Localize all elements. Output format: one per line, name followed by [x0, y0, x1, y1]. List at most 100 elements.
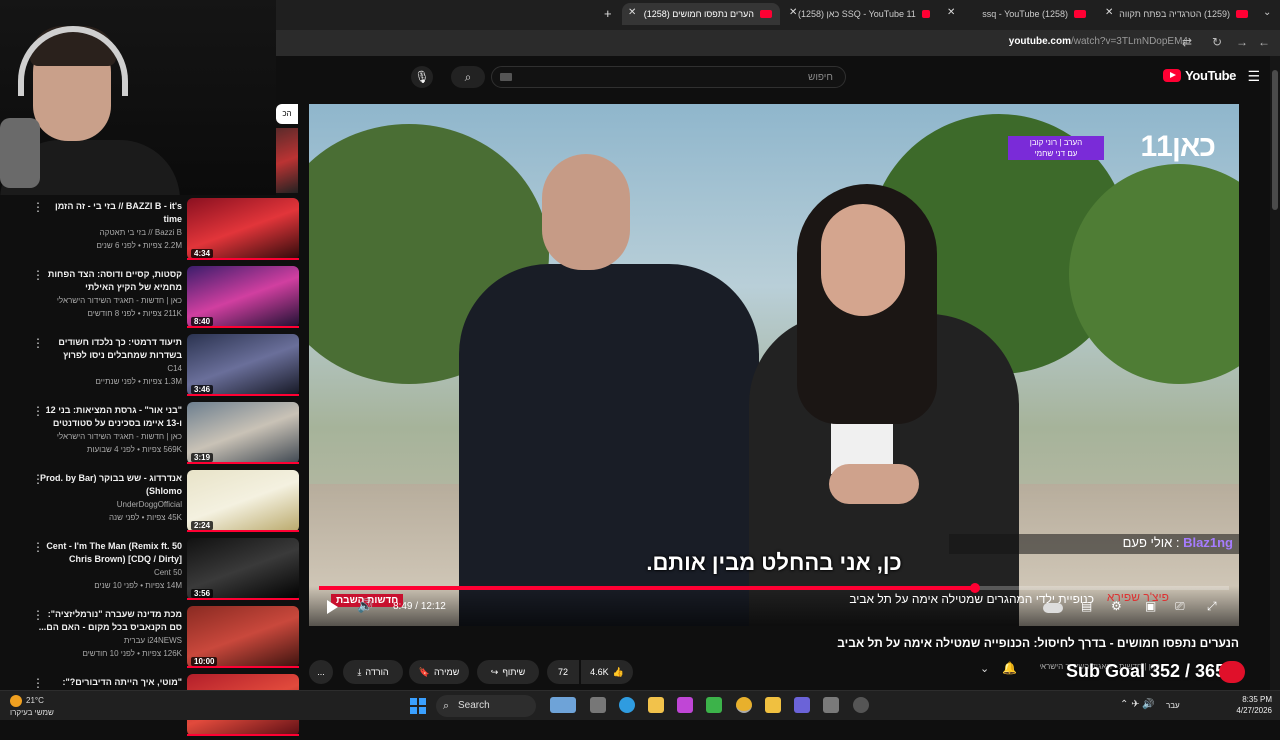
file-explorer-icon[interactable] — [765, 697, 781, 713]
menu-icon[interactable]: ☰ — [1247, 68, 1260, 85]
cast-icon[interactable]: ⎚ — [1175, 599, 1185, 614]
recommendation-item[interactable]: ⋮ תיעוד דרמטי: כך נלכדו חשודים בשדרות שמח… — [28, 334, 300, 400]
save-button[interactable]: 🔖 שמירה — [409, 660, 469, 684]
duration-badge: 2:24 — [191, 521, 214, 530]
more-button[interactable]: ... — [309, 660, 333, 684]
chat-username: Blaz1ng — [1183, 535, 1233, 550]
recommendation-title[interactable]: תיעוד דרמטי: כך נלכדו חשודים בשדרות שמחב… — [34, 336, 182, 362]
reload-icon[interactable]: ↻ — [1212, 35, 1222, 49]
url-path: /watch?v=3TLmNDopEM4 — [1071, 36, 1188, 47]
recommendation-item[interactable]: ⋮ קסטות, קסיים ודוסה: הצד הפחות מחמיא של … — [28, 266, 300, 332]
notification-bell-icon[interactable]: 🔔 — [1002, 661, 1017, 675]
clock[interactable]: 8:35 PM 4/27/2026 — [1236, 694, 1272, 716]
search-icon[interactable]: ⌕ — [451, 66, 485, 88]
forward-icon[interactable]: → — [1236, 35, 1248, 49]
webcam-overlay — [0, 0, 276, 195]
sun-icon — [10, 695, 22, 707]
autoplay-toggle-icon[interactable] — [1043, 603, 1063, 613]
url-field[interactable]: youtube.com/watch?v=3TLmNDopEM4 — [1009, 36, 1188, 47]
play-icon[interactable] — [325, 600, 339, 614]
close-tab-icon[interactable]: ✕ — [789, 7, 797, 18]
download-label: הורדה — [365, 667, 389, 677]
keyboard-icon[interactable] — [500, 73, 512, 81]
close-tab-icon[interactable]: ✕ — [628, 7, 636, 18]
search-input[interactable]: חיפוש — [491, 66, 846, 88]
teams-icon[interactable] — [794, 697, 810, 713]
settings-gear-icon[interactable]: ⚙ — [1111, 599, 1122, 613]
video-player[interactable]: כאן11 הערב | רוני קובן עם דני שחמי Blaz1… — [309, 104, 1239, 626]
settings-app-icon[interactable] — [853, 697, 869, 713]
reporter-tag-line1: הערב | רוני קובן — [1029, 138, 1083, 147]
recommendation-channel[interactable]: UnderDoggOfficial — [34, 500, 182, 509]
recommendation-item[interactable]: ⋮ "בני אור" - גרסת המציאות: בני 12 ו-13 א… — [28, 402, 300, 468]
widget-app-icon[interactable] — [550, 697, 576, 713]
clock-time: 8:35 PM — [1242, 695, 1272, 704]
taskbar-search-box[interactable]: ⌕ Search — [436, 695, 536, 717]
dislike-button[interactable]: 72 — [547, 660, 579, 684]
action-bar: ... ⤓ הורדה 🔖 שמירה ↪ שיתוף 72 4.6K 👍 — [309, 660, 639, 684]
share-label: שיתוף — [502, 667, 526, 677]
like-button[interactable]: 4.6K 👍 — [581, 660, 633, 684]
watched-progress — [187, 666, 299, 668]
recommendation-item[interactable]: ⋮ מכת מדינה שעברה "נורמליזציה": סם הקנאבי… — [28, 606, 300, 672]
recommendation-title[interactable]: BAZZI B - it's // בזי בי - זה הזמן time — [34, 200, 182, 226]
subtitles-icon[interactable]: ▤ — [1081, 599, 1092, 613]
language-indicator[interactable]: עבר — [1166, 701, 1180, 710]
store-icon[interactable] — [648, 697, 664, 713]
copilot-icon[interactable] — [677, 697, 693, 713]
subscribe-dropdown-icon[interactable]: ⌄ — [980, 662, 989, 675]
recommendation-title[interactable]: מכת מדינה שעברה "נורמליזציה": סם הקנאביס… — [34, 608, 182, 634]
app-icon[interactable] — [823, 697, 839, 713]
fullscreen-icon[interactable]: ⤢ — [1207, 599, 1217, 614]
recommendation-item[interactable]: ⋮ אנדרדוג - שש בבוקר Prod. by Bar) (Shlom… — [28, 470, 300, 536]
recommendation-channel[interactable]: 50 Cent — [34, 568, 182, 577]
tab-3[interactable]: (1258) ssq - YouTube — [948, 3, 1094, 25]
task-view-icon[interactable] — [590, 697, 606, 713]
tab-active[interactable]: הערים נתפסו חמושים (1258) — [622, 3, 780, 25]
recommendation-item[interactable]: ⋮ 50 Cent - I'm The Man (Remix ft. Chris … — [28, 538, 300, 604]
recommendation-channel[interactable]: כאן | חדשות - תאגיד השידור הישראלי — [34, 432, 182, 441]
recommendation-item[interactable]: ⋮ BAZZI B - it's // בזי בי - זה הזמן time… — [28, 198, 300, 264]
share-button[interactable]: ↪ שיתוף — [477, 660, 539, 684]
recommendation-meta: 14M צפיות • לפני 10 שנים — [94, 581, 182, 590]
current-time: 8:49 — [393, 601, 413, 612]
translate-icon[interactable]: ⇄ — [1182, 35, 1192, 49]
recommendation-title[interactable]: "בני אור" - גרסת המציאות: בני 12 ו-13 אי… — [34, 404, 182, 430]
taskbar-search-label: Search — [458, 700, 490, 711]
start-menu-icon[interactable] — [410, 698, 426, 714]
volume-icon[interactable]: 🔊 — [357, 598, 373, 614]
recommendation-title[interactable]: קסטות, קסיים ודוסה: הצד הפחות מחמיא של ה… — [34, 268, 182, 294]
weather-widget[interactable]: 21°C שמשי בעיקרו — [10, 695, 54, 718]
close-tab-icon[interactable]: ✕ — [947, 7, 955, 18]
filter-chip[interactable]: הכ — [276, 104, 298, 124]
xbox-app-icon[interactable] — [706, 697, 722, 713]
tab-title: הערים נתפסו חמושים (1258) — [643, 9, 754, 19]
recommendation-channel[interactable]: כאן | חדשות - תאגיד השידור הישראלי — [34, 296, 182, 305]
system-tray-icons[interactable]: ⌃ ✈ 🔊 — [1120, 699, 1155, 710]
close-tab-icon[interactable]: ✕ — [1105, 7, 1113, 18]
recommendation-title[interactable]: אנדרדוג - שש בבוקר Prod. by Bar) (Shlomo — [34, 472, 182, 498]
recommendation-channel[interactable]: Bazzi B // בזי בי תאטקה — [34, 228, 182, 237]
bookmark-icon: 🔖 — [418, 666, 430, 677]
voice-search-icon[interactable]: 🎙 — [411, 66, 433, 88]
recommendation-meta: 1.3M צפיות • לפני שנתיים — [95, 377, 182, 386]
edge-icon[interactable] — [619, 697, 635, 713]
miniplayer-icon[interactable]: ▣ — [1145, 599, 1156, 613]
recommendation-channel[interactable]: i24NEWS עברית — [34, 636, 182, 645]
partial-thumbnail[interactable] — [276, 128, 298, 193]
youtube-logo[interactable]: YouTube — [1163, 68, 1236, 83]
dislike-count: 72 — [557, 667, 568, 677]
download-button[interactable]: ⤓ הורדה — [343, 660, 403, 684]
tab-2[interactable]: SSQ - YouTube 11 כאן (1258) — [790, 3, 938, 25]
back-icon[interactable]: ← — [1258, 35, 1270, 49]
chrome-icon[interactable] — [736, 697, 752, 713]
watched-progress — [187, 326, 299, 328]
recommendation-title[interactable]: 50 Cent - I'm The Man (Remix ft. Chris B… — [34, 540, 182, 566]
new-tab-button[interactable]: + — [604, 6, 612, 21]
scrollbar-thumb[interactable] — [1272, 70, 1278, 210]
recommendation-meta: 126K צפיות • לפני 10 חודשים — [82, 649, 182, 658]
tab-4[interactable]: (1259) הטרגדיה בפתח תקווה — [1106, 3, 1256, 25]
tab-list-chevron-icon[interactable]: ⌄ — [1263, 7, 1271, 18]
recommendation-channel[interactable]: C14 — [34, 364, 182, 373]
tab-title: (1259) הטרגדיה בפתח תקווה — [1119, 9, 1230, 19]
